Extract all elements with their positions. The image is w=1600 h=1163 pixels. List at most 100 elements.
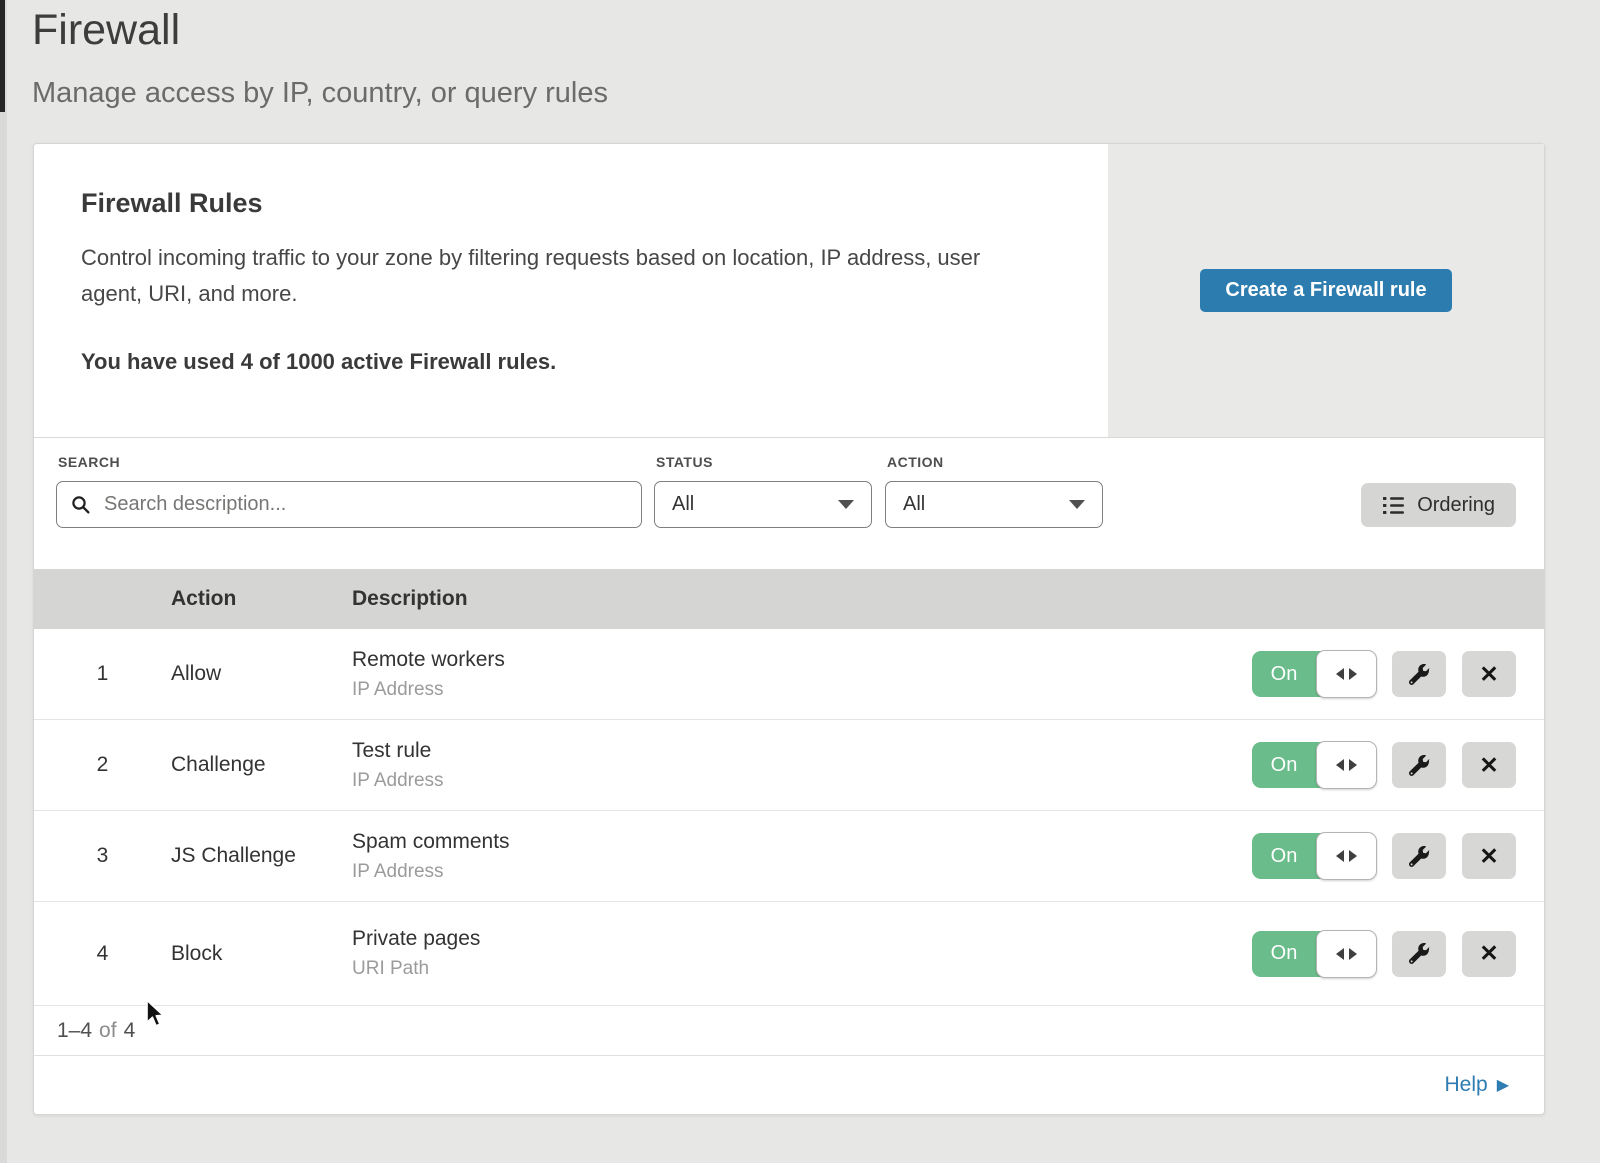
table-row: 3 JS Challenge Spam comments IP Address … xyxy=(34,811,1544,902)
edit-rule-button[interactable] xyxy=(1392,651,1446,697)
create-firewall-rule-button[interactable]: Create a Firewall rule xyxy=(1200,269,1451,312)
rule-priority: 2 xyxy=(34,753,171,777)
pagination-range: 1–4 xyxy=(57,1019,92,1043)
arrow-left-icon xyxy=(1336,759,1344,771)
edit-rule-button[interactable] xyxy=(1392,931,1446,977)
table-row: 2 Challenge Test rule IP Address On ✕ xyxy=(34,720,1544,811)
table-row: 4 Block Private pages URI Path On ✕ xyxy=(34,902,1544,1006)
firewall-rules-card: Firewall Rules Control incoming traffic … xyxy=(33,143,1545,1115)
create-rule-panel: Create a Firewall rule xyxy=(1108,144,1544,437)
arrow-left-icon xyxy=(1336,948,1344,960)
delete-rule-button[interactable]: ✕ xyxy=(1462,742,1516,788)
arrow-right-icon xyxy=(1349,948,1357,960)
rule-controls: On ✕ xyxy=(1252,931,1544,977)
window-edge-dark xyxy=(0,0,5,112)
delete-rule-button[interactable]: ✕ xyxy=(1462,833,1516,879)
search-icon xyxy=(71,495,91,515)
status-select[interactable]: All xyxy=(654,481,872,528)
filters-bar: SEARCH STATUS All ACTION All xyxy=(34,438,1544,569)
status-selected-value: All xyxy=(672,493,694,516)
rule-action: Allow xyxy=(171,662,352,686)
rule-enabled-toggle[interactable]: On xyxy=(1252,833,1376,879)
section-description: Control incoming traffic to your zone by… xyxy=(81,240,1036,312)
wrench-icon xyxy=(1409,846,1430,867)
toggle-on-label: On xyxy=(1252,742,1316,788)
chevron-down-icon xyxy=(1069,500,1085,509)
toggle-on-label: On xyxy=(1252,931,1316,977)
rule-match-type: IP Address xyxy=(352,770,1252,792)
action-select[interactable]: All xyxy=(885,481,1103,528)
rule-description-cell: Remote workers IP Address xyxy=(352,648,1252,701)
page-title: Firewall xyxy=(32,6,608,55)
edit-rule-button[interactable] xyxy=(1392,742,1446,788)
table-row: 1 Allow Remote workers IP Address On ✕ xyxy=(34,629,1544,720)
ordering-button-label: Ordering xyxy=(1417,494,1495,517)
rule-match-type: IP Address xyxy=(352,679,1252,701)
rule-controls: On ✕ xyxy=(1252,742,1544,788)
delete-rule-button[interactable]: ✕ xyxy=(1462,651,1516,697)
usage-summary: You have used 4 of 1000 active Firewall … xyxy=(81,349,1048,375)
table-header: Action Description xyxy=(34,569,1544,629)
rule-description: Spam comments xyxy=(352,830,1252,854)
rule-description-cell: Private pages URI Path xyxy=(352,927,1252,980)
action-selected-value: All xyxy=(903,493,925,516)
action-label: ACTION xyxy=(887,454,944,470)
arrow-right-icon xyxy=(1349,759,1357,771)
window-edge xyxy=(0,0,7,1163)
pagination-total: 4 xyxy=(124,1019,136,1043)
close-icon: ✕ xyxy=(1479,752,1498,779)
rule-priority: 4 xyxy=(34,942,171,966)
overview-text: Firewall Rules Control incoming traffic … xyxy=(34,144,1108,437)
toggle-knob[interactable] xyxy=(1316,650,1377,698)
rule-description: Test rule xyxy=(352,739,1252,763)
rule-action: JS Challenge xyxy=(171,844,352,868)
toggle-knob[interactable] xyxy=(1316,930,1377,978)
arrow-left-icon xyxy=(1336,850,1344,862)
rule-enabled-toggle[interactable]: On xyxy=(1252,651,1376,697)
search-box[interactable] xyxy=(56,481,642,528)
rule-controls: On ✕ xyxy=(1252,651,1544,697)
arrow-left-icon xyxy=(1336,668,1344,680)
pagination: 1–4 of 4 xyxy=(34,1006,1544,1056)
rule-enabled-toggle[interactable]: On xyxy=(1252,742,1376,788)
help-link-label: Help xyxy=(1444,1073,1487,1097)
firewall-page: Firewall Manage access by IP, country, o… xyxy=(0,0,1600,1163)
rule-description: Remote workers xyxy=(352,648,1252,672)
rule-description-cell: Spam comments IP Address xyxy=(352,830,1252,883)
card-footer: Help ▶ xyxy=(34,1056,1544,1114)
help-link[interactable]: Help ▶ xyxy=(1444,1073,1509,1097)
wrench-icon xyxy=(1409,664,1430,685)
search-label: SEARCH xyxy=(58,454,120,470)
description-column-header: Description xyxy=(352,587,1544,611)
overview-section: Firewall Rules Control incoming traffic … xyxy=(34,144,1544,438)
help-arrow-icon: ▶ xyxy=(1497,1076,1509,1094)
rule-priority: 3 xyxy=(34,844,171,868)
delete-rule-button[interactable]: ✕ xyxy=(1462,931,1516,977)
search-input[interactable] xyxy=(102,492,627,517)
rule-action: Block xyxy=(171,942,352,966)
close-icon: ✕ xyxy=(1479,661,1498,688)
wrench-icon xyxy=(1409,755,1430,776)
rule-priority: 1 xyxy=(34,662,171,686)
rule-match-type: IP Address xyxy=(352,861,1252,883)
arrow-right-icon xyxy=(1349,668,1357,680)
page-subtitle: Manage access by IP, country, or query r… xyxy=(32,77,608,110)
edit-rule-button[interactable] xyxy=(1392,833,1446,879)
wrench-icon xyxy=(1409,943,1430,964)
toggle-knob[interactable] xyxy=(1316,832,1377,880)
toggle-on-label: On xyxy=(1252,651,1316,697)
rule-match-type: URI Path xyxy=(352,958,1252,980)
rule-description-cell: Test rule IP Address xyxy=(352,739,1252,792)
close-icon: ✕ xyxy=(1479,843,1498,870)
ordered-list-icon xyxy=(1382,496,1405,515)
rule-enabled-toggle[interactable]: On xyxy=(1252,931,1376,977)
page-header: Firewall Manage access by IP, country, o… xyxy=(32,6,608,110)
close-icon: ✕ xyxy=(1479,940,1498,967)
toggle-on-label: On xyxy=(1252,833,1316,879)
arrow-right-icon xyxy=(1349,850,1357,862)
ordering-button[interactable]: Ordering xyxy=(1361,483,1516,527)
chevron-down-icon xyxy=(838,500,854,509)
rule-controls: On ✕ xyxy=(1252,833,1544,879)
toggle-knob[interactable] xyxy=(1316,741,1377,789)
pagination-separator: of xyxy=(99,1019,117,1043)
